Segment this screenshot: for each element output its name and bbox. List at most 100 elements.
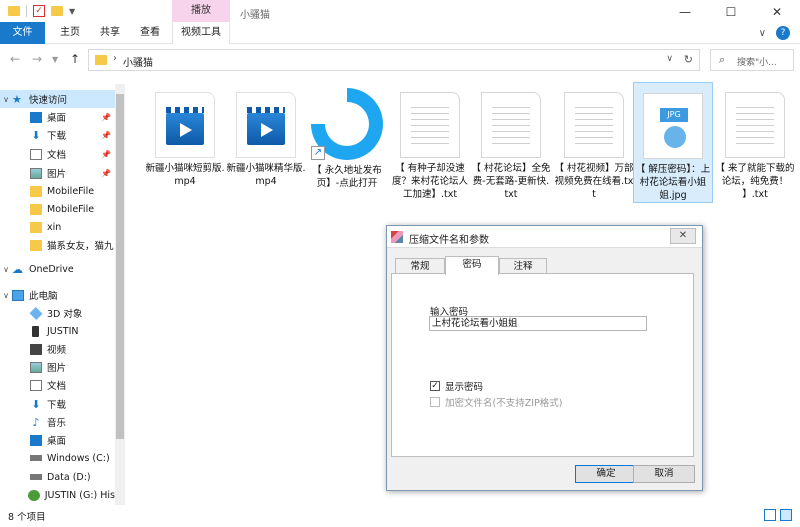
download-icon: ⬇ — [31, 397, 41, 411]
sidebar-item[interactable]: ∨ 此电脑 — [0, 286, 115, 304]
sidebar-item[interactable]: ∨ ☁ OneDrive — [0, 260, 115, 278]
address-bar[interactable]: › 小骚猫 ∨ ↻ — [88, 49, 700, 71]
sidebar-item[interactable]: JUSTIN (G:) His — [0, 486, 115, 504]
sidebar-item-label: MobileFile — [47, 203, 95, 215]
new-folder-icon[interactable] — [51, 6, 63, 16]
close-button[interactable]: ✕ — [754, 0, 800, 24]
sidebar-item[interactable]: 图片 — [0, 358, 115, 376]
folder-icon[interactable] — [8, 6, 20, 16]
chevron-right-icon[interactable]: › — [113, 53, 117, 64]
tab-home[interactable]: 主页 — [50, 22, 90, 44]
text-lines-icon — [492, 107, 530, 149]
search-input[interactable]: 搜索"小... — [737, 55, 793, 68]
separator — [26, 5, 27, 17]
document-icon — [30, 148, 42, 160]
sidebar-item[interactable]: ♪ 音乐 — [0, 413, 115, 431]
sidebar-item[interactable]: 文档 — [0, 376, 115, 394]
file-name: 【 解压密码】：上村花论坛看小姐姐.jpg — [635, 164, 711, 201]
password-input[interactable]: 上村花论坛看小姐姐 — [429, 316, 647, 331]
properties-check-icon[interactable]: ✓ — [33, 5, 45, 17]
sidebar-item-label: 图片 — [47, 169, 67, 180]
details-view-icon[interactable] — [764, 509, 776, 521]
sidebar-item[interactable]: 桌面 — [0, 431, 115, 449]
up-arrow-icon[interactable]: ↑ — [70, 52, 80, 66]
sidebar-item[interactable]: Data (D:) — [0, 468, 115, 486]
phone-icon — [32, 325, 39, 337]
folder-icon — [30, 239, 42, 251]
file-name: 【 村花论坛】全免费-无套路-更新快.txt — [471, 163, 551, 200]
customize-dropdown-icon[interactable]: ▼ — [69, 7, 75, 16]
file-item[interactable]: JPG 【 解压密码】：上村花论坛看小姐姐.jpg — [633, 82, 713, 203]
sidebar-item[interactable]: 猫系女友，猫九 — [0, 236, 115, 254]
show-password-checkbox[interactable]: ✓ — [430, 381, 440, 391]
sidebar-item-label: JUSTIN — [47, 325, 79, 337]
file-item[interactable]: 【 有种子却没速度？来村花论坛人工加速】.txt — [390, 82, 470, 201]
cloud-icon: ☁ — [12, 262, 23, 276]
maximize-button[interactable]: ☐ — [708, 0, 754, 24]
sidebar-item[interactable]: MobileFile — [0, 182, 115, 200]
back-arrow-icon[interactable]: ← — [10, 52, 20, 66]
refresh-icon[interactable]: ↻ — [684, 53, 693, 66]
tab-file[interactable]: 文件 — [0, 22, 45, 44]
text-lines-icon — [411, 107, 449, 149]
tab-general[interactable]: 常规 — [395, 258, 445, 274]
tab-view[interactable]: 查看 — [130, 22, 170, 44]
sidebar-item-label: 下载 — [47, 131, 67, 142]
image-gear-icon — [664, 126, 686, 148]
file-item[interactable]: 新疆小猫咪短剪版.mp4 — [145, 82, 225, 188]
chevron-down-icon[interactable]: ∨ — [0, 95, 12, 104]
expand-ribbon-icon[interactable]: ∨ — [759, 28, 766, 39]
sidebar-item[interactable]: MobileFile — [0, 200, 115, 218]
sidebar-item[interactable]: Windows (C:) — [0, 449, 115, 467]
cancel-button[interactable]: 取消 — [633, 465, 695, 483]
sidebar-item[interactable]: ∨ ★ 快速访问 — [0, 90, 115, 108]
tab-comment[interactable]: 注释 — [499, 258, 547, 274]
chevron-down-icon[interactable]: ∨ — [666, 54, 673, 64]
ok-button[interactable]: 确定 — [575, 465, 637, 483]
status-bar: 8 个项目 — [0, 505, 800, 527]
star-icon: ★ — [12, 92, 22, 106]
tab-share[interactable]: 共享 — [90, 22, 130, 44]
sidebar-item-label: 此电脑 — [29, 291, 58, 302]
forward-arrow-icon[interactable]: → — [32, 52, 42, 66]
encrypt-filenames-option: 加密文件名(不支持ZIP格式) — [430, 395, 562, 409]
sidebar-item-label: 桌面 — [47, 436, 67, 447]
address-path[interactable]: 小骚猫 — [123, 54, 153, 69]
sidebar-item-label: 猫系女友，猫九 — [47, 241, 114, 252]
encrypt-filenames-label: 加密文件名(不支持ZIP格式) — [445, 398, 563, 409]
dialog-close-button[interactable]: ✕ — [670, 228, 696, 244]
sidebar-item[interactable]: 桌面 📌 — [0, 108, 115, 126]
play-icon — [261, 123, 273, 137]
sidebar-item[interactable]: 文档 📌 — [0, 145, 115, 163]
scrollbar-thumb[interactable] — [116, 94, 124, 439]
chevron-down-icon[interactable]: ∨ — [0, 291, 12, 300]
help-icon[interactable]: ? — [776, 26, 790, 40]
sidebar-item[interactable]: xin — [0, 218, 115, 236]
file-item[interactable]: ↗ 【 永久地址发布页】-点此打开 — [307, 82, 387, 190]
tab-video-tools[interactable]: 视频工具 — [172, 22, 230, 44]
tab-password[interactable]: 密码 — [445, 256, 499, 275]
sidebar-item[interactable]: 3D 对象 — [0, 304, 115, 322]
show-password-option[interactable]: ✓ 显示密码 — [430, 379, 483, 393]
file-item[interactable]: 【 村花视频】万部视频免费在线看.txt — [554, 82, 634, 201]
sidebar-item[interactable]: 图片 📌 — [0, 164, 115, 182]
search-box[interactable]: ⌕ 搜索"小... — [710, 49, 794, 71]
contextual-tab-header: 播放 — [172, 0, 230, 22]
sidebar-scrollbar[interactable] — [115, 84, 125, 505]
chevron-down-icon[interactable]: ∨ — [0, 265, 12, 274]
pin-icon: 📌 — [101, 112, 111, 122]
file-item[interactable]: 【 来了就能下载的论坛，纯免费！ 】.txt — [715, 82, 795, 201]
minimize-button[interactable]: — — [662, 0, 708, 24]
sidebar-item[interactable]: ⬇ 下载 📌 — [0, 126, 115, 144]
text-lines-icon — [736, 107, 774, 149]
sidebar-item[interactable]: ⬇ 下载 — [0, 395, 115, 413]
shortcut-arrow-icon: ↗ — [311, 146, 325, 160]
sidebar-item[interactable]: 视频 — [0, 340, 115, 358]
file-item[interactable]: 新疆小猫咪精华版.mp4 — [226, 82, 306, 188]
recent-locations-dropdown-icon[interactable]: ▼ — [52, 55, 58, 64]
sidebar-item[interactable]: JUSTIN — [0, 322, 115, 340]
file-item[interactable]: 【 村花论坛】全免费-无套路-更新快.txt — [471, 82, 551, 201]
large-icons-view-icon[interactable] — [780, 509, 792, 521]
file-name: 新疆小猫咪精华版.mp4 — [226, 163, 306, 187]
jpg-badge-icon: JPG — [660, 108, 688, 122]
